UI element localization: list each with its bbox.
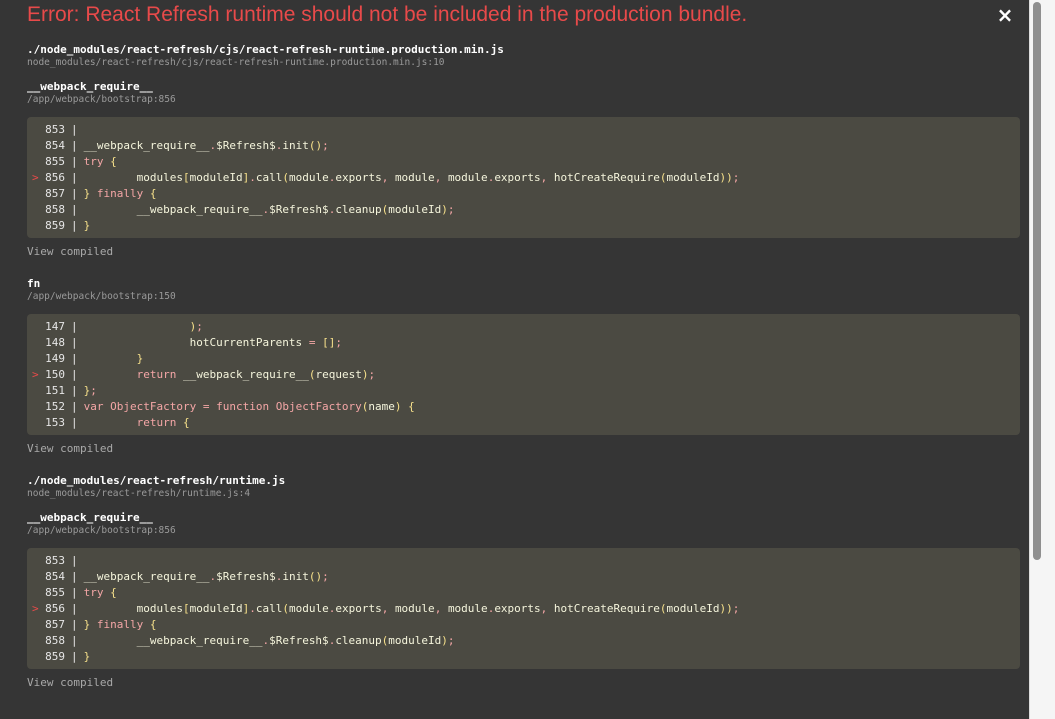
frame-function-name: __webpack_require__ xyxy=(27,80,153,93)
code-line: 151 |}; xyxy=(27,383,1020,399)
line-number: 153 xyxy=(45,416,65,429)
code-line: 855 | try { xyxy=(27,154,1020,170)
line-number: 857 xyxy=(45,618,65,631)
code-line-highlighted: >856 | modules[moduleId].call(module.expo… xyxy=(27,170,1020,186)
close-icon[interactable]: × xyxy=(994,3,1016,27)
code-line: 153 | return { xyxy=(27,415,1020,431)
line-number: 858 xyxy=(45,203,65,216)
view-compiled-link[interactable]: View compiled xyxy=(27,442,1020,456)
line-number: 854 xyxy=(45,139,65,152)
code-line: 858 | __webpack_require__.$Refresh$.clean… xyxy=(27,202,1020,218)
stack-frame: __webpack_require__/app/webpack/bootstra… xyxy=(27,511,1020,690)
code-text: modules[moduleId].call(module.exports, m… xyxy=(136,171,740,184)
code-text: return __webpack_require__(request); xyxy=(136,368,376,381)
line-number: 858 xyxy=(45,634,65,647)
code-snippet: 853 | 854 | __webpack_require__.$Refresh$.in… xyxy=(27,548,1020,669)
code-text: hotCurrentParents = []; xyxy=(189,336,342,349)
code-text: }; xyxy=(83,384,97,397)
stack-frame: ./node_modules/react-refresh/runtime.js n… xyxy=(27,474,1020,500)
error-line-marker: > xyxy=(32,171,39,184)
frame-function-name: ./node_modules/react-refresh/runtime.js xyxy=(27,474,286,487)
line-number: 857 xyxy=(45,187,65,200)
error-line-marker: > xyxy=(32,368,39,381)
code-text: __webpack_require__.$Refresh$.init(); xyxy=(83,570,329,583)
line-number: 855 xyxy=(45,586,65,599)
code-line: 149 | } xyxy=(27,351,1020,367)
scrollbar-thumb[interactable] xyxy=(1033,2,1041,560)
code-line: 855 | try { xyxy=(27,585,1020,601)
code-line: 858 | __webpack_require__.$Refresh$.clean… xyxy=(27,633,1020,649)
frame-file-location: node_modules/react-refresh/runtime.js:4 xyxy=(27,488,251,499)
code-line: 148 | hotCurrentParents = []; xyxy=(27,335,1020,351)
code-line-highlighted: >150 | return __webpack_require__(request… xyxy=(27,367,1020,383)
code-line: 857 |} finally { xyxy=(27,186,1020,202)
scrollbar[interactable] xyxy=(1029,0,1055,719)
code-text: __webpack_require__.$Refresh$.cleanup(mo… xyxy=(136,634,455,647)
code-text: try { xyxy=(83,586,117,599)
code-line: 853 | xyxy=(27,553,1020,569)
code-text: return { xyxy=(136,416,190,429)
code-line: 854 | __webpack_require__.$Refresh$.init()… xyxy=(27,138,1020,154)
line-number: 853 xyxy=(45,123,65,136)
error-title: Error: React Refresh runtime should not … xyxy=(27,3,748,26)
frame-function-name: ./node_modules/react-refresh/cjs/react-r… xyxy=(27,43,504,56)
code-text: ); xyxy=(189,320,203,333)
view-compiled-link[interactable]: View compiled xyxy=(27,245,1020,259)
line-number: 148 xyxy=(45,336,65,349)
stack-frame: __webpack_require__/app/webpack/bootstra… xyxy=(27,80,1020,259)
line-number: 859 xyxy=(45,650,65,663)
line-number: 859 xyxy=(45,219,65,232)
error-line-marker: > xyxy=(32,602,39,615)
frame-file-location: /app/webpack/bootstrap:856 xyxy=(27,94,176,105)
code-line: 152 | var ObjectFactory = function ObjectF… xyxy=(27,399,1020,415)
view-compiled-link[interactable]: View compiled xyxy=(27,676,1020,690)
code-text: try { xyxy=(83,155,117,168)
code-line-highlighted: >856 | modules[moduleId].call(module.expo… xyxy=(27,601,1020,617)
code-text: } xyxy=(83,219,91,232)
frame-function-name: fn xyxy=(27,277,41,290)
line-number: 855 xyxy=(45,155,65,168)
code-line: 857 |} finally { xyxy=(27,617,1020,633)
code-line: 854 | __webpack_require__.$Refresh$.init()… xyxy=(27,569,1020,585)
code-text: var ObjectFactory = function ObjectFacto… xyxy=(83,400,415,413)
line-number: 853 xyxy=(45,554,65,567)
line-number: 147 xyxy=(45,320,65,333)
code-text: modules[moduleId].call(module.exports, m… xyxy=(136,602,740,615)
code-snippet: 147 | ); 148 | hotCurrentParents = []; 149 | … xyxy=(27,314,1020,435)
code-line: 853 | xyxy=(27,122,1020,138)
frame-file-location: node_modules/react-refresh/cjs/react-ref… xyxy=(27,57,445,68)
stack-frame: ./node_modules/react-refresh/cjs/react-r… xyxy=(27,43,1020,69)
frame-file-location: /app/webpack/bootstrap:150 xyxy=(27,291,176,302)
stack-trace: ./node_modules/react-refresh/cjs/react-r… xyxy=(27,43,1020,708)
code-line: 859 |} xyxy=(27,649,1020,665)
error-overlay: Error: React Refresh runtime should not … xyxy=(0,0,1030,719)
code-line: 859 |} xyxy=(27,218,1020,234)
code-snippet: 853 | 854 | __webpack_require__.$Refresh$.in… xyxy=(27,117,1020,238)
line-number: 149 xyxy=(45,352,65,365)
stack-frame: fn/app/webpack/bootstrap:150 147 | ); 148 | … xyxy=(27,277,1020,456)
code-text: } xyxy=(83,650,91,663)
line-number: 854 xyxy=(45,570,65,583)
frame-function-name: __webpack_require__ xyxy=(27,511,153,524)
frame-file-location: /app/webpack/bootstrap:856 xyxy=(27,525,176,536)
code-text: } xyxy=(136,352,144,365)
code-text: __webpack_require__.$Refresh$.init(); xyxy=(83,139,329,152)
line-number: 152 xyxy=(45,400,65,413)
code-text: } finally { xyxy=(83,618,157,631)
code-text: __webpack_require__.$Refresh$.cleanup(mo… xyxy=(136,203,455,216)
line-number: 151 xyxy=(45,384,65,397)
code-text: } finally { xyxy=(83,187,157,200)
code-line: 147 | ); xyxy=(27,319,1020,335)
